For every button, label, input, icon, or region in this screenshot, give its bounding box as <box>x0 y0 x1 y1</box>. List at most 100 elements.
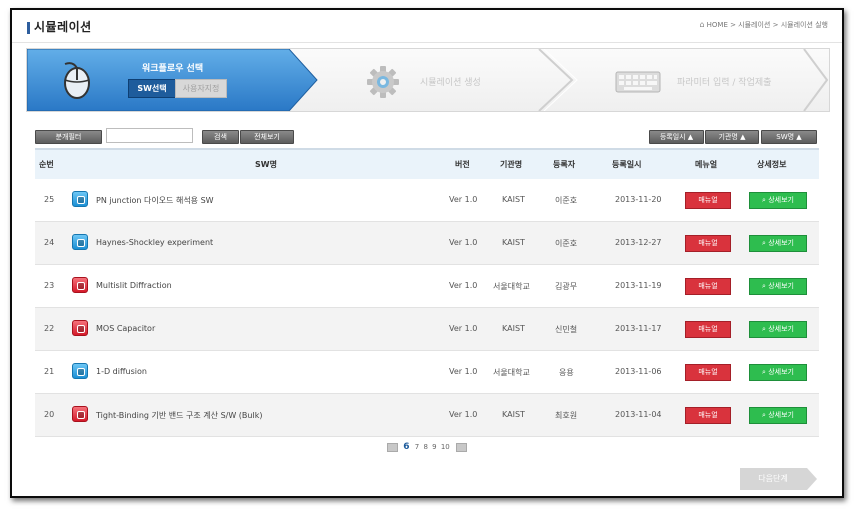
manual-button[interactable]: 매뉴얼 <box>685 407 731 424</box>
detail-button-label: 상세보기 <box>768 282 794 290</box>
show-all-button[interactable]: 전체보기 <box>240 130 294 144</box>
sw-app-icon <box>72 406 88 422</box>
row-version: Ver 1.0 <box>449 281 478 290</box>
step1-label: 워크플로우 선택 <box>142 64 204 74</box>
header-detail: 상세정보 <box>757 160 787 169</box>
row-org: KAIST <box>502 238 525 247</box>
row-author: 이준호 <box>555 196 578 205</box>
category-filter-button[interactable]: 분개필터 <box>35 130 102 144</box>
detail-button-label: 상세보기 <box>768 239 794 247</box>
row-num: 24 <box>44 238 55 247</box>
sort-sw-button[interactable]: SW명 ▲ <box>761 130 817 144</box>
row-org: KAIST <box>502 324 525 333</box>
sw-name-link[interactable]: PN junction 다이오드 해석용 SW <box>96 195 214 206</box>
row-num: 21 <box>44 367 55 376</box>
page-link[interactable]: 8 <box>423 443 427 451</box>
header-author: 등록자 <box>553 160 576 169</box>
sw-select-button[interactable]: SW선택 <box>128 79 176 98</box>
sw-name-link[interactable]: MOS Capacitor <box>96 324 155 333</box>
row-num: 20 <box>44 410 55 419</box>
table-row[interactable]: 22 MOS Capacitor Ver 1.0 KAIST 신민철 2013-… <box>35 308 819 351</box>
table-row[interactable]: 21 1-D diffusion Ver 1.0 서울대학교 응용 2013-1… <box>35 351 819 394</box>
table-row[interactable]: 23 Multislit Diffraction Ver 1.0 서울대학교 김… <box>35 265 819 308</box>
detail-button[interactable]: ⌕ 상세보기 <box>749 407 807 424</box>
search-input[interactable] <box>106 128 193 143</box>
row-version: Ver 1.0 <box>449 195 478 204</box>
sort-org-button[interactable]: 기관명 ▲ <box>705 130 759 144</box>
row-date: 2013-11-06 <box>615 367 662 376</box>
header-num: 순번 <box>39 160 54 169</box>
page-link[interactable]: 7 <box>415 443 419 451</box>
user-spec-button[interactable]: 사용자지정 <box>175 79 227 98</box>
next-step-label: 다음단계 <box>740 468 806 490</box>
sw-app-icon <box>72 320 88 336</box>
sw-name-link[interactable]: Haynes-Shockley experiment <box>96 238 213 247</box>
header-org: 기관명 <box>500 160 523 169</box>
filter-bar: 분개필터 검색 전체보기 등록일시 ▲ 기관명 ▲ SW명 ▲ <box>35 128 819 146</box>
header-version: 버전 <box>455 160 470 169</box>
manual-button-label: 매뉴얼 <box>698 239 718 247</box>
detail-button-label: 상세보기 <box>768 196 794 204</box>
sw-app-icon <box>72 191 88 207</box>
manual-button[interactable]: 매뉴얼 <box>685 278 731 295</box>
current-page: 6 <box>403 442 410 452</box>
detail-button[interactable]: ⌕ 상세보기 <box>749 192 807 209</box>
row-author: 최호원 <box>555 411 578 420</box>
page-link[interactable]: 9 <box>432 443 436 451</box>
row-date: 2013-11-19 <box>615 281 662 290</box>
sw-name-link[interactable]: Tight-Binding 기반 밴드 구조 계산 S/W (Bulk) <box>96 410 262 421</box>
title-marker <box>27 22 30 34</box>
pagination: 6 7 8 9 10 <box>12 442 842 452</box>
breadcrumb-text[interactable]: HOME > 시뮬레이션 > 시뮬레이션 실행 <box>707 21 828 29</box>
header-manual: 메뉴얼 <box>695 160 718 169</box>
sort-date-button[interactable]: 등록일시 ▲ <box>649 130 704 144</box>
page-link[interactable]: 10 <box>441 443 450 451</box>
breadcrumb: ⌂ HOME > 시뮬레이션 > 시뮬레이션 실행 <box>700 20 828 30</box>
row-author: 김광무 <box>555 282 578 291</box>
next-step-button[interactable]: 다음단계 <box>740 468 817 490</box>
manual-button-label: 매뉴얼 <box>698 368 718 376</box>
detail-button[interactable]: ⌕ 상세보기 <box>749 235 807 252</box>
step3-label: 파라미터 입력 / 작업제출 <box>677 78 772 88</box>
detail-button[interactable]: ⌕ 상세보기 <box>749 278 807 295</box>
row-version: Ver 1.0 <box>449 238 478 247</box>
detail-button[interactable]: ⌕ 상세보기 <box>749 364 807 381</box>
main-window: 시뮬레이션 ⌂ HOME > 시뮬레이션 > 시뮬레이션 실행 워크플로우 선택… <box>10 8 844 498</box>
mouse-icon <box>64 62 90 99</box>
sw-name-link[interactable]: 1-D diffusion <box>96 367 147 376</box>
workflow-steps: 워크플로우 선택 SW선택 사용자지정 시뮬레이션 생성 파라미터 입력 / 작… <box>26 48 830 112</box>
manual-button-label: 매뉴얼 <box>698 325 718 333</box>
table-row[interactable]: 25 PN junction 다이오드 해석용 SW Ver 1.0 KAIST… <box>35 179 819 222</box>
step-workflow-select[interactable]: 워크플로우 선택 SW선택 사용자지정 <box>27 49 317 111</box>
sw-name-link[interactable]: Multislit Diffraction <box>96 281 172 290</box>
prev-page-icon[interactable] <box>387 442 398 452</box>
next-page-icon[interactable] <box>456 442 467 452</box>
row-date: 2013-11-20 <box>615 195 662 204</box>
table-row[interactable]: 20 Tight-Binding 기반 밴드 구조 계산 S/W (Bulk) … <box>35 394 819 437</box>
row-num: 22 <box>44 324 55 333</box>
row-version: Ver 1.0 <box>449 324 478 333</box>
gear-icon <box>367 66 399 98</box>
row-author: 이준호 <box>555 239 578 248</box>
row-date: 2013-12-27 <box>615 238 662 247</box>
row-date: 2013-11-17 <box>615 324 662 333</box>
detail-button-label: 상세보기 <box>768 325 794 333</box>
manual-button[interactable]: 매뉴얼 <box>685 364 731 381</box>
row-org: 서울대학교 <box>493 282 530 291</box>
manual-button[interactable]: 매뉴얼 <box>685 192 731 209</box>
row-author: 신민철 <box>555 325 578 334</box>
sw-table: 순번 SW명 버전 기관명 등록자 등록일시 메뉴얼 상세정보 25 PN ju… <box>35 148 819 437</box>
manual-button[interactable]: 매뉴얼 <box>685 321 731 338</box>
row-org: KAIST <box>502 195 525 204</box>
row-date: 2013-11-04 <box>615 410 662 419</box>
sw-app-icon <box>72 277 88 293</box>
row-author: 응용 <box>559 368 574 377</box>
table-row[interactable]: 24 Haynes-Shockley experiment Ver 1.0 KA… <box>35 222 819 265</box>
detail-button-label: 상세보기 <box>768 368 794 376</box>
step2-label: 시뮬레이션 생성 <box>420 78 481 88</box>
detail-button[interactable]: ⌕ 상세보기 <box>749 321 807 338</box>
search-button[interactable]: 검색 <box>202 130 239 144</box>
manual-button[interactable]: 매뉴얼 <box>685 235 731 252</box>
row-version: Ver 1.0 <box>449 367 478 376</box>
row-org: KAIST <box>502 410 525 419</box>
